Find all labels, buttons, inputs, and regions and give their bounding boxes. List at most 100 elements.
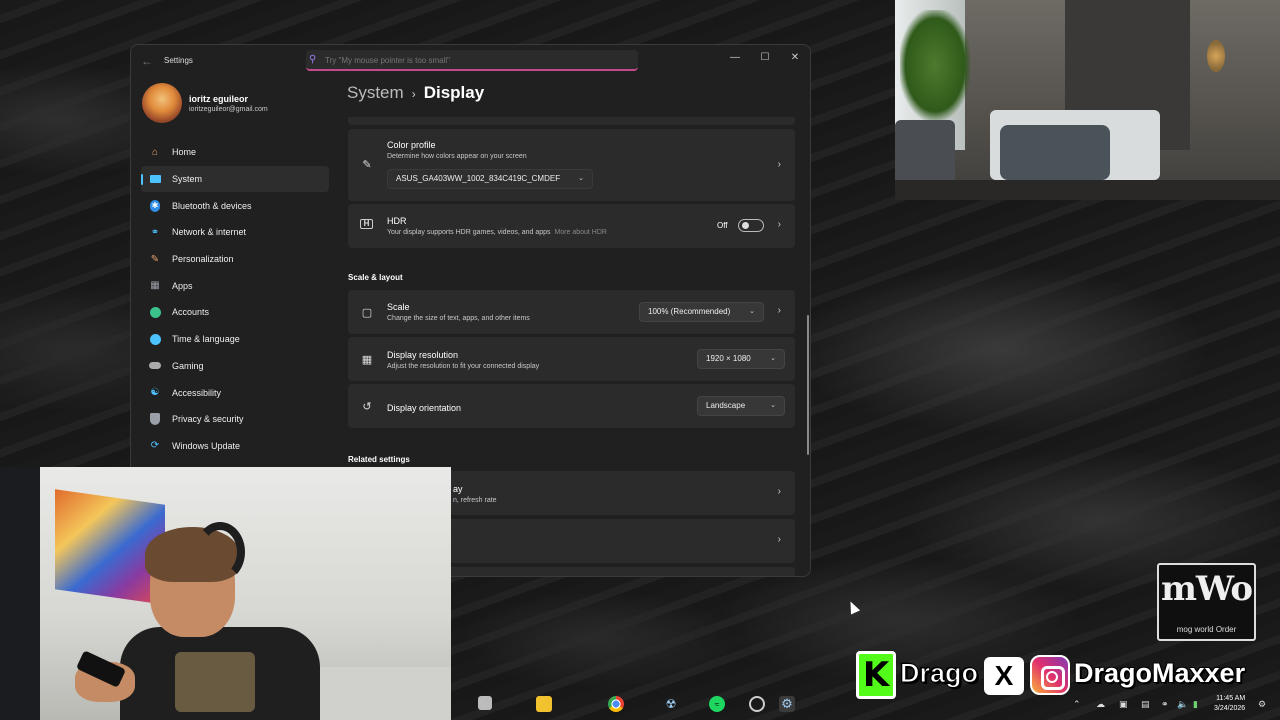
sidebar-item-label: Apps [172, 280, 193, 291]
maximize-button[interactable]: ☐ [751, 48, 779, 68]
hdr-subtitle: Your display supports HDR games, videos,… [387, 229, 607, 236]
orientation-dropdown[interactable]: Landscape ⌄ [697, 396, 785, 416]
color-profile-title: Color profile [387, 140, 436, 150]
display-orientation-title: Display orientation [387, 403, 462, 413]
orientation-icon: ↺ [362, 401, 372, 413]
chrome-icon[interactable] [608, 696, 624, 712]
kick-icon: K [856, 651, 896, 699]
brush-icon: ✎ [150, 253, 160, 265]
kick-handle: Drago [899, 658, 979, 689]
sidebar-item-label: Home [172, 147, 197, 158]
x-icon: X [984, 657, 1024, 695]
room-camera-feed [895, 0, 1280, 200]
scrollbar[interactable] [807, 315, 809, 455]
resolution-icon: ▦ [361, 354, 373, 366]
globe-icon [149, 333, 161, 345]
volume-icon[interactable]: 🔈 [1177, 699, 1188, 710]
sidebar-item-bluetooth[interactable]: ✱ Bluetooth & devices [141, 192, 329, 219]
sidebar-item-label: Time & language [172, 334, 240, 345]
chevron-down-icon: ⌄ [770, 402, 776, 409]
tray-app-icon-3[interactable]: ▤ [1141, 699, 1150, 710]
advanced-display-subtitle: n, refresh rate [453, 497, 497, 504]
sidebar-item-accounts[interactable]: Accounts [141, 299, 329, 326]
color-profile-card[interactable]: ✎ Color profile Determine how colors app… [348, 129, 795, 201]
steam-icon[interactable]: ☢ [663, 696, 679, 712]
scale-subtitle: Change the size of text, apps, and other… [387, 315, 530, 322]
chevron-down-icon: ⌄ [770, 355, 776, 362]
display-resolution-subtitle: Adjust the resolution to fit your connec… [387, 363, 540, 370]
home-icon: ⌂ [151, 146, 159, 158]
social-banner: K Drago X DragoMaxxer [856, 650, 1266, 700]
avatar[interactable] [142, 83, 182, 123]
scale-dropdown[interactable]: 100% (Recommended) ⌄ [639, 302, 764, 322]
chevron-down-icon: ⌄ [749, 308, 755, 315]
system-icon [149, 173, 161, 185]
sidebar-nav: ⌂ Home System ✱ Bluetooth & devices ⚭ Ne… [141, 139, 329, 459]
app-title: Settings [164, 56, 193, 65]
sidebar-item-label: Personalization [172, 254, 234, 265]
color-profile-value: ASUS_GA403WW_1002_834C419C_CMDEF [396, 174, 561, 183]
display-resolution-card[interactable]: ▦ Display resolution Adjust the resoluti… [348, 337, 795, 381]
sidebar-item-label: Windows Update [172, 440, 241, 451]
hdr-subtitle-text: Your display supports HDR games, videos,… [387, 229, 551, 236]
spotify-icon[interactable]: ≈ [709, 696, 725, 712]
color-profile-subtitle: Determine how colors appear on your scre… [387, 153, 527, 160]
color-profile-dropdown[interactable]: ASUS_GA403WW_1002_834C419C_CMDEF ⌄ [387, 169, 593, 189]
hdr-toggle[interactable] [738, 219, 764, 232]
sidebar-item-apps[interactable]: ▦ Apps [141, 272, 329, 299]
resolution-dropdown[interactable]: 1920 × 1080 ⌄ [697, 349, 785, 369]
related-settings-heading: Related settings [348, 455, 410, 464]
sidebar-item-network[interactable]: ⚭ Network & internet [141, 219, 329, 246]
sidebar-item-windows-update[interactable]: ⟳ Windows Update [141, 433, 329, 460]
breadcrumb: System › Display [347, 83, 484, 103]
breadcrumb-parent[interactable]: System [347, 83, 404, 102]
minimize-button[interactable]: — [721, 48, 749, 68]
apps-icon: ▦ [150, 280, 160, 292]
sidebar-item-gaming[interactable]: Gaming [141, 353, 329, 380]
sidebar-item-time-language[interactable]: Time & language [141, 326, 329, 353]
settings-gear-icon[interactable]: ⚙ [779, 696, 795, 712]
search-input[interactable] [325, 53, 625, 67]
mwo-logo: mWo mog world Order [1157, 563, 1256, 641]
display-orientation-card[interactable]: ↺ Display orientation Landscape ⌄ [348, 384, 795, 428]
tray-app-icon[interactable]: ☁ [1096, 699, 1105, 710]
chevron-right-icon: › [777, 219, 781, 230]
notification-icon[interactable]: ⚙ [1258, 699, 1266, 710]
file-explorer-icon[interactable] [536, 696, 552, 712]
hdr-card[interactable]: H HDR Your display supports HDR games, v… [348, 204, 795, 248]
gamepad-icon [149, 360, 161, 372]
breadcrumb-separator: › [411, 87, 416, 101]
chevron-down-icon: ⌄ [578, 175, 584, 182]
update-icon: ⟳ [150, 440, 160, 452]
floor [895, 180, 1280, 200]
sidebar-item-label: Privacy & security [172, 414, 244, 425]
task-view-icon[interactable] [478, 696, 492, 710]
profile-email: ioritzeguileor@gmail.com [189, 106, 268, 113]
display-resolution-title: Display resolution [387, 350, 459, 360]
scale-title: Scale [387, 302, 410, 312]
monitor-edge [0, 467, 40, 720]
battery-icon[interactable]: ▮ [1193, 699, 1198, 710]
back-arrow-icon[interactable]: ← [141, 54, 155, 68]
shirt-print [175, 652, 255, 712]
scale-card[interactable]: ▢ Scale Change the size of text, apps, a… [348, 290, 795, 334]
sidebar-item-accessibility[interactable]: ☯ Accessibility [141, 379, 329, 406]
bluetooth-icon: ✱ [150, 199, 160, 212]
accounts-icon [149, 306, 161, 318]
sidebar-item-personalization[interactable]: ✎ Personalization [141, 246, 329, 273]
advanced-display-title: ay [453, 484, 463, 494]
sidebar-item-privacy[interactable]: Privacy & security [141, 406, 329, 433]
app-icon[interactable] [749, 696, 765, 712]
wifi-icon[interactable]: ⚭ [1161, 699, 1169, 710]
close-button[interactable]: ✕ [781, 48, 809, 68]
tray-app-icon-2[interactable]: ▣ [1119, 699, 1128, 710]
sidebar-item-system[interactable]: System [141, 165, 329, 193]
hdr-title: HDR [387, 216, 407, 226]
search-box[interactable]: ⚲ [306, 50, 638, 71]
page-title: Display [423, 83, 485, 102]
chevron-up-icon[interactable]: ⌃ [1073, 699, 1081, 710]
instagram-handle: DragoMaxxer [1074, 658, 1246, 688]
plant [900, 10, 970, 120]
sidebar-item-home[interactable]: ⌂ Home [141, 139, 329, 166]
more-about-hdr-link[interactable]: More about HDR [554, 229, 607, 236]
